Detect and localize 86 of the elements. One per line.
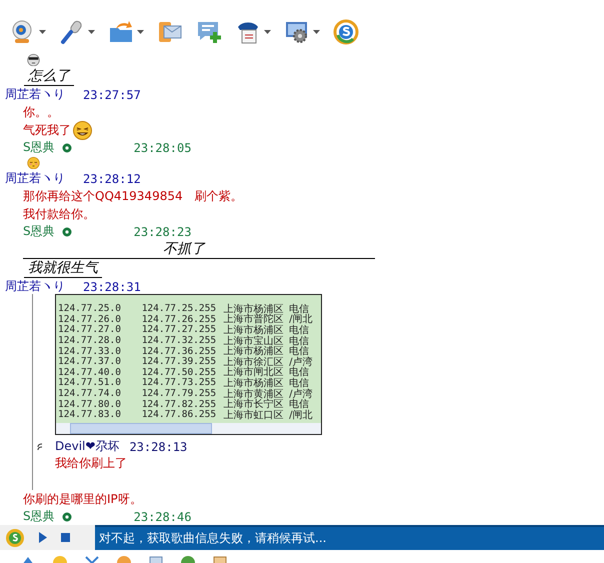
folder-icon	[108, 19, 134, 45]
region-cell-text: 上海市杨浦区	[223, 346, 284, 358]
message-time: 23:28:05	[134, 140, 192, 155]
ip-cell-text: 124.77.33.0	[57, 346, 122, 357]
play-icon[interactable]	[39, 532, 47, 543]
isp-cell-text: 电信	[289, 324, 310, 336]
sender-name: S恩典	[23, 223, 55, 240]
ip-cell-text: 124.77.39.255	[140, 356, 218, 368]
isp-cell-text: 电信	[289, 366, 310, 378]
region-cell-text: 上海市闸北区	[223, 366, 284, 378]
message-time: 23:28:13	[129, 440, 188, 454]
caret-icon	[264, 30, 271, 34]
ip-cell-text: 124.77.73.255	[140, 377, 218, 388]
sender-name: S恩典	[23, 139, 55, 156]
chat-add-icon	[196, 19, 222, 45]
logo-icon[interactable]	[5, 528, 25, 548]
stylized-text: 不抓了	[163, 240, 205, 258]
isp-cell-text: /闸北	[289, 314, 314, 326]
flower-icon	[62, 512, 72, 522]
toolbar-button[interactable]	[333, 17, 359, 47]
isp-cell-text: 电信	[289, 302, 310, 315]
isp-cell-text: /闸北	[289, 408, 314, 422]
message-text: 我付款给你。	[23, 206, 95, 223]
ip-cell-text: 124.77.82.255	[140, 398, 218, 410]
ip-cell-text: 124.77.86.255	[140, 409, 218, 420]
mail-icon	[157, 19, 183, 45]
isp-cell-text: 电信	[289, 334, 310, 347]
ip-cell-text: 124.77.36.255	[140, 346, 218, 357]
monitor-gear-icon	[284, 19, 310, 45]
ip-cell-text: 124.77.25.0	[57, 303, 122, 314]
caret-icon	[39, 30, 46, 34]
region-cell-text: 上海市长宁区	[223, 398, 284, 410]
isp-cell-text: 电信	[289, 398, 310, 410]
flower-icon	[62, 142, 72, 153]
ip-cell-text: 124.77.28.0	[57, 335, 122, 346]
stylized-text: 怎么了	[24, 67, 74, 86]
region-cell-text: 上海市宝山区	[223, 334, 284, 347]
message-time: 23:28:23	[134, 224, 192, 239]
grinning-emoticon-icon	[73, 120, 92, 140]
isp-cell-text: 电信	[289, 376, 310, 389]
isp-cell-text: /卢湾	[289, 388, 314, 400]
message-text: 你刷的是哪里的IP呀。	[23, 490, 142, 508]
caret-icon	[313, 30, 320, 34]
sender-name: 周芷若ヽり	[5, 278, 65, 296]
message-time: 23:28:31	[83, 280, 141, 294]
music-status-text: 对不起，获取歌曲信息失败，请稍候再试...	[95, 525, 604, 550]
message-time: 23:28:12	[83, 172, 141, 186]
region-cell-text: 上海市杨浦区	[223, 302, 284, 315]
ip-cell-text: 124.77.25.255	[140, 303, 218, 314]
ip-cell-text: 124.77.80.0	[57, 398, 122, 410]
caret-icon	[88, 30, 95, 34]
message-time: 23:27:57	[83, 88, 141, 102]
ip-cell-text: 124.77.74.0	[57, 388, 122, 400]
ip-cell-text: 124.77.50.255	[140, 366, 218, 378]
isp-cell-text: /卢湾	[289, 356, 314, 368]
quote-mark-icon	[37, 442, 43, 450]
ip-cell-text: 124.77.27.0	[57, 324, 122, 336]
message-text: 气死我了	[23, 122, 71, 139]
region-cell-text: 上海市杨浦区	[223, 324, 284, 336]
sender-name: 周芷若ヽり	[5, 170, 65, 188]
flower-icon	[62, 226, 72, 237]
ip-cell-text: 124.77.27.255	[140, 324, 218, 336]
region-cell-text: 上海市杨浦区	[223, 376, 284, 389]
message-text: 那你再给这个QQ419349854 刷个紫。	[23, 188, 243, 205]
message-time: 23:28:46	[134, 510, 192, 524]
ip-cell-text: 124.77.32.255	[140, 335, 218, 346]
message-text: 我给你刷上了	[55, 455, 128, 472]
sender-name: Devil❤尕坏	[55, 438, 120, 455]
stylized-text: 我就很生气	[24, 259, 102, 278]
ip-cell-text: 124.77.51.0	[57, 377, 122, 388]
logo-icon	[333, 19, 359, 45]
ip-cell-text: 124.77.26.0	[57, 314, 122, 325]
region-cell-text: 上海市黄浦区	[223, 388, 284, 400]
caret-icon	[137, 30, 144, 34]
sender-name: 周芷若ヽり	[5, 86, 65, 104]
region-cell-text: 上海市虹口区	[223, 408, 284, 422]
ip-cell-text: 124.77.79.255	[140, 388, 218, 400]
ip-cell-text: 124.77.83.0	[57, 409, 122, 420]
ip-cell-text: 124.77.37.0	[57, 356, 122, 368]
sender-name: S恩典	[23, 508, 55, 525]
message-text: 你。。	[23, 104, 59, 121]
region-cell-text: 上海市徐汇区	[223, 356, 284, 368]
ip-cell-text: 124.77.40.0	[57, 366, 122, 378]
region-cell-text: 上海市普陀区	[223, 314, 284, 326]
ip-cell-text: 124.77.26.255	[140, 314, 218, 325]
isp-cell-text: 电信	[289, 346, 310, 358]
